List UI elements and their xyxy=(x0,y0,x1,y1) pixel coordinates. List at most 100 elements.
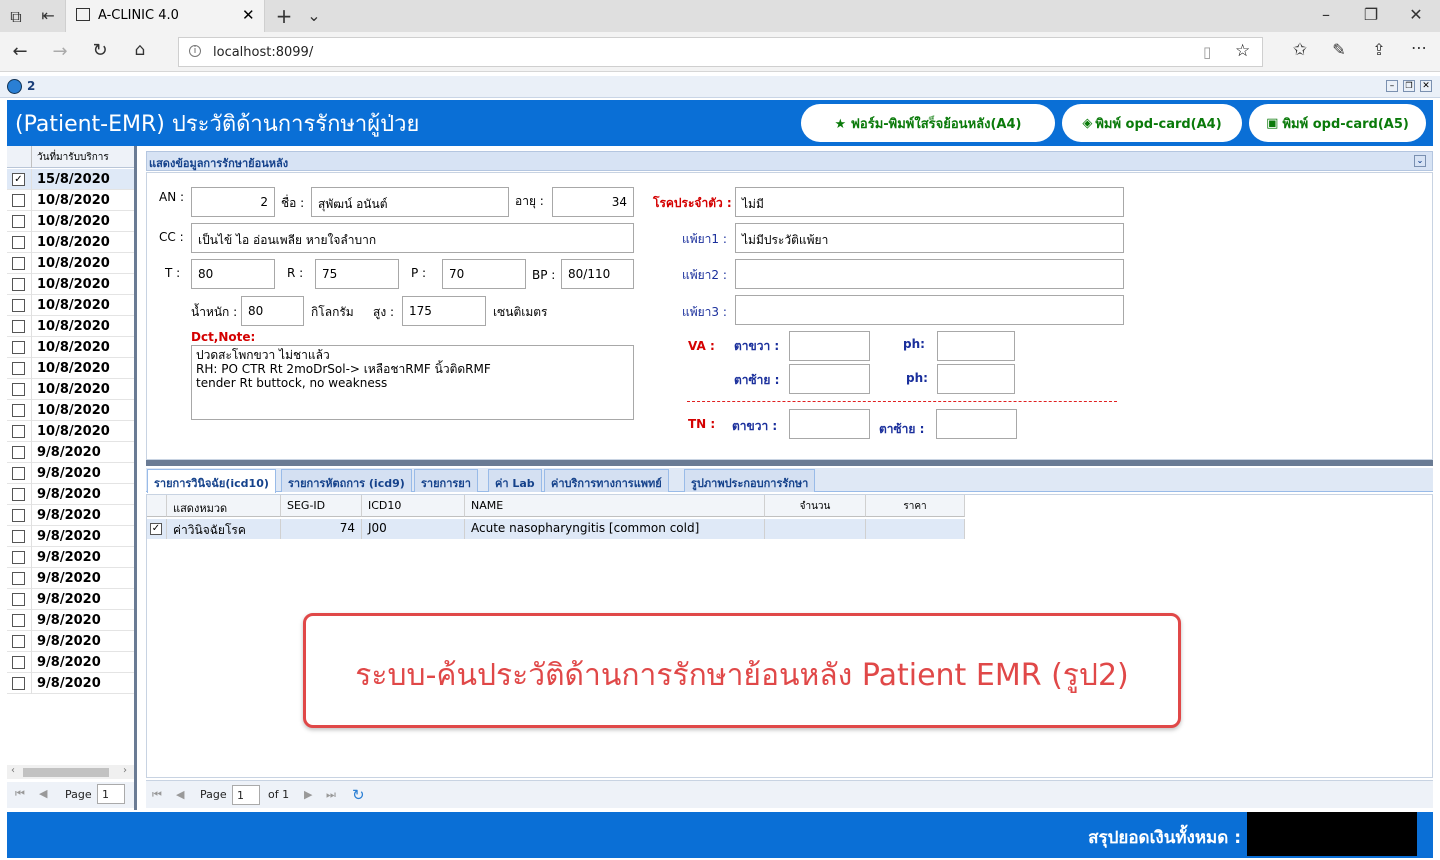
date-list-item[interactable]: 10/8/2020 xyxy=(7,421,134,442)
browser-tab[interactable]: A-CLINIC 4.0 ✕ xyxy=(65,0,265,32)
checkbox[interactable] xyxy=(12,425,25,438)
tab-actions-icon[interactable]: ⧉ xyxy=(2,7,30,27)
date-list-item[interactable]: 9/8/2020 xyxy=(7,484,134,505)
date-list-item[interactable]: 10/8/2020 xyxy=(7,337,134,358)
date-list-item[interactable]: 9/8/2020 xyxy=(7,568,134,589)
grid-header-icd10[interactable]: ICD10 xyxy=(362,495,465,517)
scroll-thumb[interactable] xyxy=(23,768,109,777)
prev-page-icon[interactable]: ◀ xyxy=(39,787,47,800)
checkbox[interactable]: ✓ xyxy=(150,523,162,535)
left-page-input[interactable]: 1 xyxy=(97,784,125,804)
name-field[interactable]: สุพัฒน์ อนันต์ xyxy=(311,187,509,217)
date-list-item[interactable]: 9/8/2020 xyxy=(7,442,134,463)
refresh-icon[interactable]: ↻ xyxy=(86,40,114,61)
date-list-item[interactable]: 10/8/2020 xyxy=(7,190,134,211)
scroll-left-icon[interactable]: ‹ xyxy=(11,765,15,776)
tn-left-eye-field[interactable] xyxy=(936,409,1017,439)
checkbox[interactable] xyxy=(12,530,25,543)
last-page-icon[interactable]: ⏭ xyxy=(326,788,336,802)
checkbox[interactable]: ✓ xyxy=(12,173,25,186)
cc-field[interactable]: เป็นไข้ ไอ อ่อนเพลีย หายใจลำบาก xyxy=(191,223,634,253)
prev-page-icon[interactable]: ◀ xyxy=(176,788,184,801)
horizontal-scrollbar[interactable]: ‹ › xyxy=(7,765,134,779)
forward-icon[interactable]: → xyxy=(46,41,74,62)
minimize-icon[interactable]: – xyxy=(1312,5,1340,24)
tab-procedure[interactable]: รายการหัตถการ (icd9) xyxy=(281,469,412,492)
home-icon[interactable]: ⌂ xyxy=(126,40,154,60)
date-list-item[interactable]: 9/8/2020 xyxy=(7,526,134,547)
checkbox[interactable] xyxy=(12,614,25,627)
va-right-eye-field[interactable] xyxy=(789,331,870,361)
first-page-icon[interactable]: ⏮ xyxy=(152,788,162,802)
reading-view-icon[interactable]: ▯ xyxy=(1203,43,1211,61)
tab-diagnosis[interactable]: รายการวินิจฉัย(icd10) xyxy=(147,469,276,493)
share-icon[interactable]: ⇪ xyxy=(1365,40,1393,59)
checkbox[interactable] xyxy=(12,509,25,522)
checkbox[interactable] xyxy=(12,383,25,396)
date-list-item[interactable]: 10/8/2020 xyxy=(7,316,134,337)
checkbox[interactable] xyxy=(12,320,25,333)
checkbox[interactable] xyxy=(12,488,25,501)
app-minimize-icon[interactable]: – xyxy=(1386,80,1398,92)
date-list-item[interactable]: 10/8/2020 xyxy=(7,211,134,232)
checkbox[interactable] xyxy=(12,551,25,564)
note-textarea[interactable]: ปวดสะโพกขวา ไม่ชาแล้ว RH: PO CTR Rt 2moD… xyxy=(191,345,634,420)
date-list-item[interactable]: 10/8/2020 xyxy=(7,400,134,421)
date-list-item[interactable]: 10/8/2020 xyxy=(7,358,134,379)
checkbox[interactable] xyxy=(12,257,25,270)
checkbox[interactable] xyxy=(12,572,25,585)
select-all-header[interactable] xyxy=(147,495,167,517)
checkbox[interactable] xyxy=(12,278,25,291)
print-opd-a5-button[interactable]: ▣ พิมพ์ opd-card(A5) xyxy=(1249,104,1426,142)
next-page-icon[interactable]: ▶ xyxy=(304,788,312,801)
date-list-item[interactable]: 10/8/2020 xyxy=(7,253,134,274)
checkbox[interactable] xyxy=(12,593,25,606)
checkbox[interactable] xyxy=(12,194,25,207)
page-input[interactable]: 1 xyxy=(232,785,260,805)
tn-right-eye-field[interactable] xyxy=(789,409,870,439)
allergy1-field[interactable]: ไม่มีประวัติแพ้ยา xyxy=(735,223,1124,253)
more-icon[interactable]: ⋯ xyxy=(1405,38,1433,57)
date-list-item[interactable]: 10/8/2020 xyxy=(7,379,134,400)
t-field[interactable]: 80 xyxy=(191,259,275,289)
date-list-item[interactable]: 9/8/2020 xyxy=(7,631,134,652)
height-field[interactable]: 175 xyxy=(402,296,486,326)
chevron-down-icon[interactable]: ⌄ xyxy=(300,6,328,25)
date-list-item[interactable]: 9/8/2020 xyxy=(7,610,134,631)
checkbox[interactable] xyxy=(12,215,25,228)
r-field[interactable]: 75 xyxy=(315,259,399,289)
date-list-item[interactable]: ✓ 15/8/2020 xyxy=(7,169,134,190)
allergy3-field[interactable] xyxy=(735,295,1124,325)
grid-header-name[interactable]: NAME xyxy=(465,495,765,517)
tab-drugs[interactable]: รายการยา xyxy=(414,469,478,492)
checkbox[interactable] xyxy=(12,299,25,312)
star-icon[interactable]: ☆ xyxy=(1235,41,1250,61)
collapse-icon[interactable]: ⌄ xyxy=(1414,155,1426,167)
checkbox[interactable] xyxy=(12,677,25,690)
checkbox[interactable] xyxy=(12,635,25,648)
close-tab-icon[interactable]: ✕ xyxy=(242,6,255,24)
ph-right-field[interactable] xyxy=(937,331,1015,361)
tab-images[interactable]: รูปภาพประกอบการรักษา xyxy=(684,469,816,492)
pen-icon[interactable]: ✎ xyxy=(1325,40,1353,59)
date-list-item[interactable]: 9/8/2020 xyxy=(7,589,134,610)
date-list-item[interactable]: 9/8/2020 xyxy=(7,547,134,568)
date-list-item[interactable]: 9/8/2020 xyxy=(7,463,134,484)
address-bar[interactable]: i localhost:8099/ ▯ ☆ xyxy=(178,37,1263,67)
tab-lab[interactable]: ค่า Lab xyxy=(488,469,542,492)
back-icon[interactable]: ← xyxy=(6,41,34,62)
grid-header-qty[interactable]: จำนวน xyxy=(765,495,866,517)
app-restore-icon[interactable]: ❐ xyxy=(1403,80,1415,92)
date-list-item[interactable]: 10/8/2020 xyxy=(7,232,134,253)
checkbox[interactable] xyxy=(12,362,25,375)
date-list-item[interactable]: 10/8/2020 xyxy=(7,295,134,316)
info-icon[interactable]: i xyxy=(189,45,201,57)
checkbox[interactable] xyxy=(12,656,25,669)
grid-header-price[interactable]: ราคา xyxy=(866,495,965,517)
age-field[interactable]: 34 xyxy=(552,187,634,217)
weight-field[interactable]: 80 xyxy=(241,296,304,326)
date-list-item[interactable]: 9/8/2020 xyxy=(7,505,134,526)
window-close-icon[interactable]: ✕ xyxy=(1402,5,1430,24)
checkbox[interactable] xyxy=(12,446,25,459)
tab-medical-service[interactable]: ค่าบริการทางการแพทย์ xyxy=(544,469,669,492)
